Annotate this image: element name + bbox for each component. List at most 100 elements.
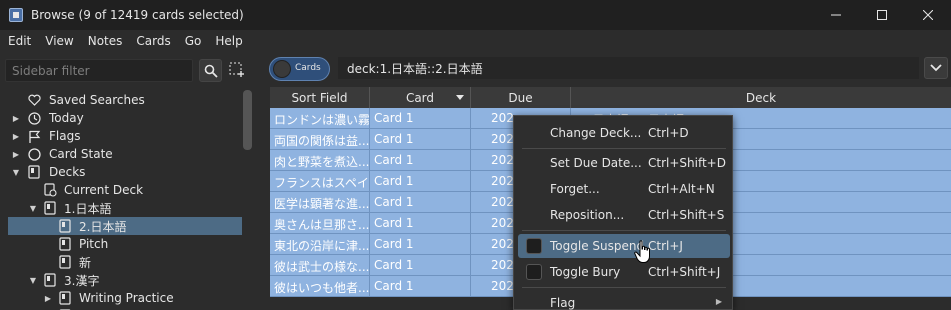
menu-item-shortcut: Ctrl+Shift+S bbox=[648, 208, 725, 222]
deck-icon bbox=[58, 219, 72, 233]
window-controls bbox=[813, 0, 951, 30]
cell-sort-field: 彼は武士の様な... bbox=[270, 255, 370, 275]
sidebar-item-label: 1.日本語 bbox=[64, 201, 112, 216]
toggle-suspend-checkbox[interactable] bbox=[526, 238, 542, 254]
search-button[interactable] bbox=[199, 59, 222, 82]
sidebar-item-flags[interactable]: ▶ Flags bbox=[8, 127, 242, 145]
deck-icon bbox=[27, 165, 41, 179]
collapse-arrow-icon[interactable]: ▼ bbox=[11, 167, 21, 177]
sidebar-item-card-state[interactable]: ▶ Card State bbox=[8, 145, 242, 163]
menu-go[interactable]: Go bbox=[177, 34, 208, 48]
toggle-bury-checkbox[interactable] bbox=[526, 264, 542, 280]
menu-item-label: Change Deck... bbox=[550, 126, 642, 140]
toggle-knob bbox=[273, 60, 291, 78]
sidebar-item-label: Current Deck bbox=[64, 183, 144, 197]
cell-sort-field: 彼はいつも他者... bbox=[270, 276, 370, 296]
search-icon bbox=[204, 64, 218, 78]
menu-item-change-deck[interactable]: Change Deck... Ctrl+D bbox=[518, 121, 730, 145]
menu-cards[interactable]: Cards bbox=[128, 34, 176, 48]
cell-card: Card 1 bbox=[370, 129, 471, 149]
table-header: Sort Field Card Due Deck bbox=[270, 87, 951, 108]
sidebar-item-deck-1[interactable]: ▼ 1.日本語 bbox=[8, 199, 242, 217]
menu-item-toggle-bury[interactable]: Toggle Bury Ctrl+Shift+J bbox=[518, 260, 730, 284]
expand-arrow-icon[interactable]: ▶ bbox=[43, 293, 53, 303]
cell-card: Card 1 bbox=[370, 171, 471, 191]
column-header-sort-field[interactable]: Sort Field bbox=[270, 87, 370, 108]
sidebar-item-label: 新 bbox=[79, 255, 92, 270]
search-history-dropdown[interactable] bbox=[924, 57, 948, 79]
menu-item-forget[interactable]: Forget... Ctrl+Alt+N bbox=[518, 177, 730, 201]
chevron-down-icon bbox=[930, 64, 942, 72]
cell-card: Card 1 bbox=[370, 108, 471, 128]
cell-card: Card 1 bbox=[370, 255, 471, 275]
cell-sort-field: フランスはスペイ... bbox=[270, 171, 370, 191]
close-button[interactable] bbox=[905, 0, 951, 30]
cell-sort-field: 肉と野菜を煮込... bbox=[270, 150, 370, 170]
menu-item-reposition[interactable]: Reposition... Ctrl+Shift+S bbox=[518, 203, 730, 227]
sidebar-item-new[interactable]: 新 bbox=[8, 253, 242, 271]
collapse-arrow-icon[interactable]: ▼ bbox=[28, 203, 38, 213]
cell-sort-field: 両国の関係は益... bbox=[270, 129, 370, 149]
hand-cursor-icon bbox=[634, 240, 650, 263]
sidebar-item-decks[interactable]: ▼ Decks bbox=[8, 163, 242, 181]
sidebar-scrollbar[interactable] bbox=[243, 90, 252, 150]
menu-item-toggle-suspend[interactable]: Toggle Suspend Ctrl+J bbox=[518, 234, 730, 258]
sidebar-item-label: Flags bbox=[49, 129, 81, 143]
column-header-card[interactable]: Card bbox=[370, 87, 471, 108]
cell-sort-field: 医学は顕著な進... bbox=[270, 192, 370, 212]
minimize-button[interactable] bbox=[813, 0, 859, 30]
sidebar-item-pitch[interactable]: Pitch bbox=[8, 235, 242, 253]
sidebar-item-current-deck[interactable]: Current Deck bbox=[8, 181, 242, 199]
sidebar-item-label: Decks bbox=[49, 165, 86, 179]
flag-icon bbox=[27, 129, 41, 143]
expand-arrow-icon[interactable]: ▶ bbox=[11, 131, 21, 141]
cell-card: Card 1 bbox=[370, 213, 471, 233]
deck-icon bbox=[58, 255, 72, 269]
menu-view[interactable]: View bbox=[37, 34, 79, 48]
column-header-deck[interactable]: Deck bbox=[571, 87, 951, 108]
search-input[interactable]: deck:1.日本語::2.日本語 bbox=[338, 57, 919, 79]
cards-notes-toggle[interactable]: Cards bbox=[269, 57, 330, 81]
app-icon bbox=[9, 8, 23, 22]
menu-edit[interactable]: Edit bbox=[0, 34, 37, 48]
sidebar-item-deck-3[interactable]: ▼ 3.漢字 bbox=[8, 271, 242, 289]
menu-item-label: Flag bbox=[550, 296, 576, 310]
context-menu: Change Deck... Ctrl+D Set Due Date... Ct… bbox=[513, 115, 733, 310]
expand-arrow-icon[interactable]: ▶ bbox=[11, 113, 21, 123]
menu-item-label: Forget... bbox=[550, 182, 600, 196]
circle-icon bbox=[27, 147, 41, 161]
sidebar-item-label: Today bbox=[49, 111, 84, 125]
expand-arrow-icon[interactable]: ▶ bbox=[11, 149, 21, 159]
maximize-icon bbox=[877, 10, 887, 20]
sort-descending-icon bbox=[456, 95, 464, 100]
window-title: Browse (9 of 12419 cards selected) bbox=[31, 8, 244, 22]
menu-notes[interactable]: Notes bbox=[80, 34, 129, 48]
menu-item-set-due-date[interactable]: Set Due Date... Ctrl+Shift+D bbox=[518, 151, 730, 175]
cell-card: Card 1 bbox=[370, 192, 471, 212]
sidebar-item-label: Writing Practice bbox=[79, 291, 174, 305]
menu-bar: Edit View Notes Cards Go Help bbox=[0, 30, 951, 52]
menu-item-flag[interactable]: Flag ▶ bbox=[518, 291, 730, 310]
menu-item-label: Reposition... bbox=[550, 208, 625, 222]
deck-icon bbox=[58, 237, 72, 251]
sidebar-filter-input[interactable]: Sidebar filter bbox=[5, 59, 193, 82]
cell-card: Card 1 bbox=[370, 276, 471, 296]
menu-item-shortcut: Ctrl+J bbox=[648, 239, 683, 253]
sidebar-item-label: 2.日本語 bbox=[79, 219, 127, 234]
sidebar-item-saved-searches[interactable]: Saved Searches bbox=[8, 91, 242, 109]
sidebar-item-deck-2[interactable]: 2.日本語 bbox=[8, 217, 242, 235]
menu-separator bbox=[522, 287, 726, 288]
column-header-due[interactable]: Due bbox=[471, 87, 571, 108]
title-bar: Browse (9 of 12419 cards selected) bbox=[0, 0, 951, 30]
sidebar-item-label: Pitch bbox=[79, 237, 109, 251]
sidebar-item-label: Saved Searches bbox=[49, 93, 145, 107]
clock-icon bbox=[27, 111, 41, 125]
sidebar-item-today[interactable]: ▶ Today bbox=[8, 109, 242, 127]
sidebar-item-writing-practice[interactable]: ▶ Writing Practice bbox=[8, 289, 242, 307]
collapse-arrow-icon[interactable]: ▼ bbox=[28, 275, 38, 285]
heart-icon bbox=[27, 93, 41, 107]
maximize-button[interactable] bbox=[859, 0, 905, 30]
menu-help[interactable]: Help bbox=[207, 34, 248, 48]
selection-tool-button[interactable] bbox=[228, 61, 246, 79]
current-deck-icon bbox=[43, 183, 57, 197]
